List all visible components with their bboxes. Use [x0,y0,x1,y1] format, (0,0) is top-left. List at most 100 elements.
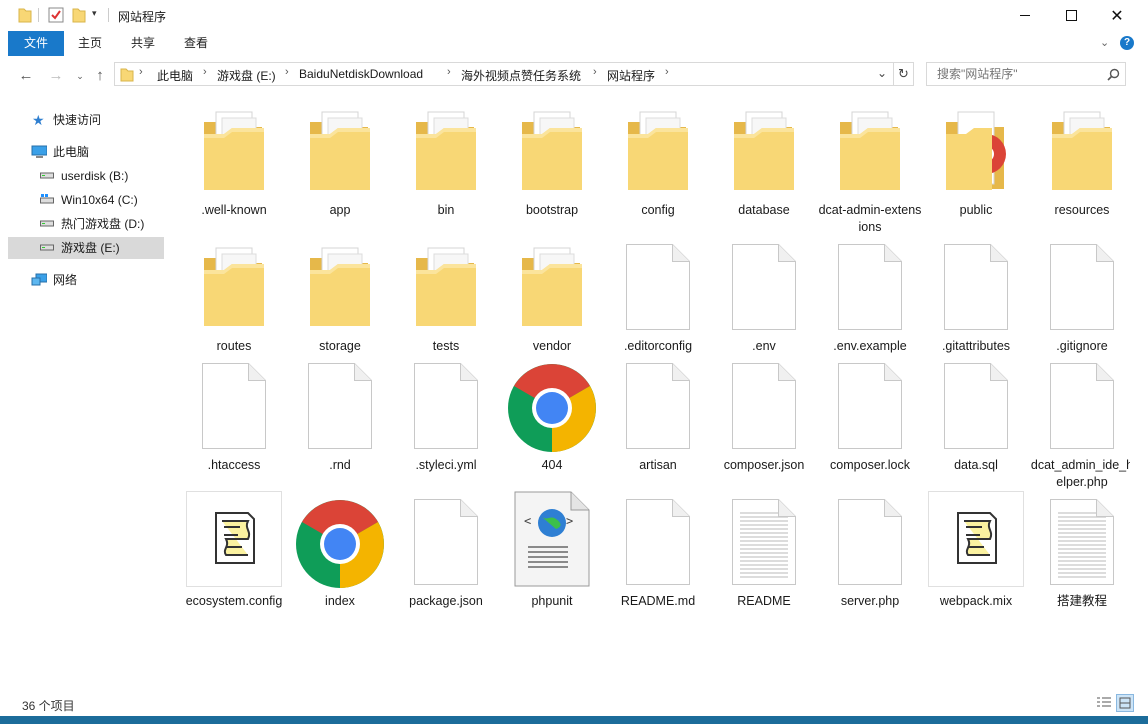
nav-item-label: 网络 [53,273,78,287]
nav-item-games-e[interactable]: 游戏盘 (E:) [8,237,164,259]
file-icon [838,244,902,330]
file-item-label: 404 [541,458,563,472]
qa-dropdown-icon[interactable]: ▾ [92,8,97,19]
folder-icon [944,108,1008,194]
maximize-button[interactable] [1048,0,1094,31]
nav-item-this-pc[interactable]: 此电脑 [8,141,164,163]
file-item-label: .env [752,339,776,353]
search-input[interactable] [935,66,1099,82]
file-icon [626,499,690,585]
file-item-label: config [641,203,675,217]
file-item-label: .well-known [201,203,267,217]
minimize-icon [1020,15,1030,16]
file-item-label: ecosystem.config [185,594,283,608]
file-item-label: .rnd [329,458,351,472]
file-item-label: package.json [409,594,483,608]
close-button[interactable]: ✕ [1094,0,1140,31]
folder-icon [308,108,372,194]
drive-icon [40,172,54,179]
search-box [926,62,1126,86]
file-icon [838,499,902,585]
breadcrumb-baidunetdiskdownload[interactable]: BaiduNetdiskDownload [299,67,423,81]
folder-icon[interactable] [18,7,32,23]
tab-file[interactable]: 文件 [8,31,64,56]
nav-item-hot-games-d[interactable]: 热门游戏盘 (D:) [8,213,164,235]
file-icon [414,363,478,449]
breadcrumb-video-task-system[interactable]: 海外视频点赞任务系统 [461,67,581,84]
breadcrumb-drive-e[interactable]: 游戏盘 (E:) [217,67,276,84]
breadcrumb-separator-icon[interactable]: › [665,66,669,78]
arrow-left-icon: ← [18,67,34,84]
file-item-label: database [738,203,790,217]
file-icon [732,363,796,449]
address-dropdown-icon[interactable]: ⌄ [877,66,887,80]
nav-item-userdisk-b[interactable]: userdisk (B:) [8,165,164,187]
minimize-button[interactable] [1002,0,1048,31]
file-item-label: .styleci.yml [415,458,477,472]
nav-item-network[interactable]: 网络 [8,269,164,291]
divider [38,8,39,22]
folder-icon [120,68,134,82]
file-item-label: resources [1054,203,1110,217]
file-item-label: bootstrap [525,203,579,217]
folder-icon [1050,108,1114,194]
nav-item-label: 快速访问 [53,113,102,127]
file-icon [202,363,266,449]
file-item-label: routes [216,339,252,353]
refresh-icon[interactable]: ↻ [898,66,909,82]
breadcrumb-separator-icon[interactable]: › [285,66,289,78]
properties-icon[interactable] [48,7,64,23]
file-item-label: app [329,203,351,217]
nav-item-label: userdisk (B:) [61,169,129,183]
star-icon: ★ [32,112,45,128]
nav-item-win10x64-c[interactable]: Win10x64 (C:) [8,189,164,211]
file-item-label: vendor [532,339,572,353]
large-icons-view-button[interactable] [1116,694,1134,712]
file-item-label: dcat-admin-extensions [818,203,922,234]
file-item-label: README [737,594,791,608]
tab-share[interactable]: 共享 [119,31,167,56]
network-icon [31,273,47,286]
file-icon [1050,363,1114,449]
window-frame [0,716,1148,724]
nav-item-label: Win10x64 (C:) [61,193,138,207]
back-button[interactable]: ← [16,66,36,86]
vertical-scrollbar[interactable] [1130,96,1148,692]
search-icon[interactable] [1107,68,1120,81]
file-icon [944,363,1008,449]
new-folder-icon[interactable] [72,7,86,23]
svg-text:<: < [524,514,531,528]
file-item-label: artisan [639,458,677,472]
up-button[interactable]: ↑ [90,66,110,86]
folder-icon [626,108,690,194]
nav-item-quick-access[interactable]: ★ 快速访问 [8,109,164,131]
arrow-up-icon: ↑ [96,67,104,84]
breadcrumb-this-pc[interactable]: 此电脑 [157,67,193,84]
folder-icon [520,108,584,194]
details-view-button[interactable] [1096,696,1112,710]
ribbon-expand-icon[interactable]: ⌄ [1100,36,1109,49]
tab-home[interactable]: 主页 [66,31,114,56]
folder-icon [202,108,266,194]
forward-button[interactable]: → [46,66,66,86]
file-icon [626,363,690,449]
address-bar[interactable]: › 此电脑 › 游戏盘 (E:) › BaiduNetdiskDownload … [114,62,914,86]
script-file-icon [928,491,1024,587]
breadcrumb-separator-icon[interactable]: › [139,66,143,78]
nav-item-label: 此电脑 [53,145,90,159]
recent-locations-button[interactable]: ⌄ [70,66,90,86]
file-item-label: README.md [620,594,696,608]
file-item-label: index [325,594,355,608]
window-title: 网站程序 [118,10,167,24]
breadcrumb-website[interactable]: 网站程序 [607,67,655,84]
file-icon [732,244,796,330]
file-item-label: composer.lock [830,458,910,472]
breadcrumb-separator-icon[interactable]: › [447,66,451,78]
help-icon[interactable]: ? [1120,36,1134,50]
breadcrumb-separator-icon[interactable]: › [203,66,207,78]
tab-view[interactable]: 查看 [172,31,220,56]
breadcrumb-separator-icon[interactable]: › [593,66,597,78]
maximize-icon [1065,10,1077,21]
file-item-label: bin [437,203,455,217]
item-count: 36 个项目 [22,699,75,713]
